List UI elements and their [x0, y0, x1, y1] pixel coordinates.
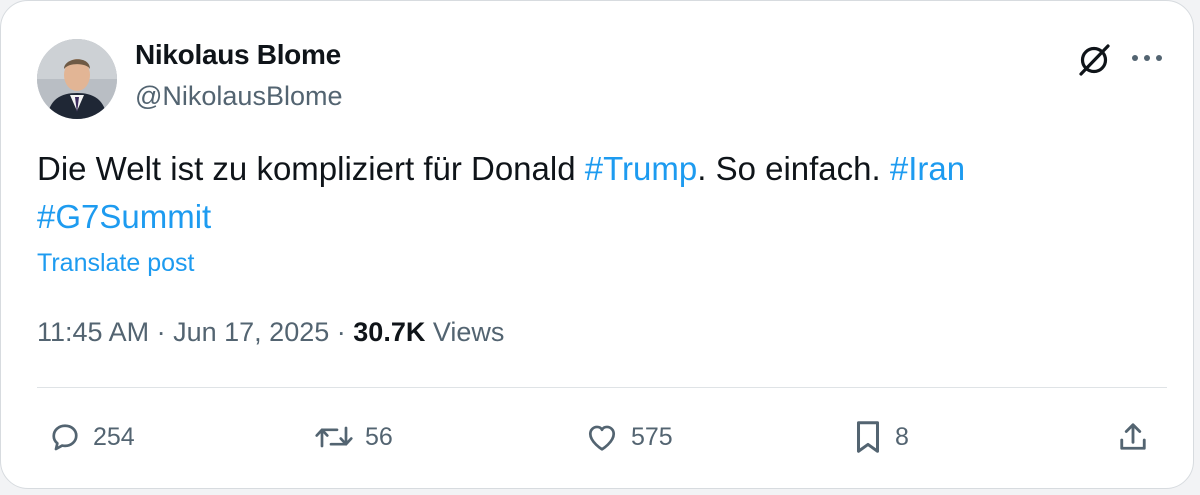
hashtag-trump-link[interactable]: #Trump: [585, 150, 697, 187]
like-icon: [588, 425, 616, 451]
hashtag-iran-link[interactable]: #Iran: [890, 150, 965, 187]
divider: [37, 387, 1167, 388]
translate-post-link[interactable]: Translate post: [37, 249, 194, 278]
reply-icon: [52, 424, 78, 451]
like-button[interactable]: 575: [583, 417, 673, 457]
repost-icon: [315, 426, 353, 448]
views-label: Views: [432, 317, 505, 347]
bookmark-icon: [856, 421, 880, 453]
author-name[interactable]: Nikolaus Blome: [135, 39, 341, 71]
hashtag-g7summit-link[interactable]: #G7Summit: [37, 198, 211, 235]
post-text-part: Die Welt ist zu kompliziert für Donald: [37, 150, 585, 187]
meta-separator: ·: [156, 317, 166, 347]
bookmark-button[interactable]: 8: [851, 417, 909, 457]
avatar[interactable]: [37, 39, 117, 119]
share-icon: [1120, 423, 1146, 450]
author-handle[interactable]: @NikolausBlome: [135, 81, 342, 112]
post-meta: 11:45 AM · Jun 17, 2025 · 30.7K Views: [37, 317, 504, 348]
post-date[interactable]: Jun 17, 2025: [173, 317, 329, 347]
post-text-part: . So einfach.: [697, 150, 890, 187]
views-count: 30.7K: [353, 317, 426, 347]
bookmark-count: 8: [895, 422, 909, 451]
repost-count: 56: [365, 422, 393, 451]
post-text: Die Welt ist zu kompliziert für Donald #…: [37, 145, 1147, 241]
tweet-card: Nikolaus Blome @NikolausBlome Die Welt i…: [0, 0, 1194, 489]
reply-button[interactable]: 254: [47, 417, 135, 457]
post-time[interactable]: 11:45 AM: [37, 317, 149, 347]
avatar-image: [37, 39, 117, 119]
grok-icon[interactable]: [1075, 41, 1113, 79]
reply-count: 254: [93, 422, 135, 451]
share-button[interactable]: [1115, 417, 1151, 457]
more-icon[interactable]: [1129, 47, 1165, 69]
meta-separator: ·: [336, 317, 346, 347]
repost-button[interactable]: 56: [313, 417, 393, 457]
like-count: 575: [631, 422, 673, 451]
